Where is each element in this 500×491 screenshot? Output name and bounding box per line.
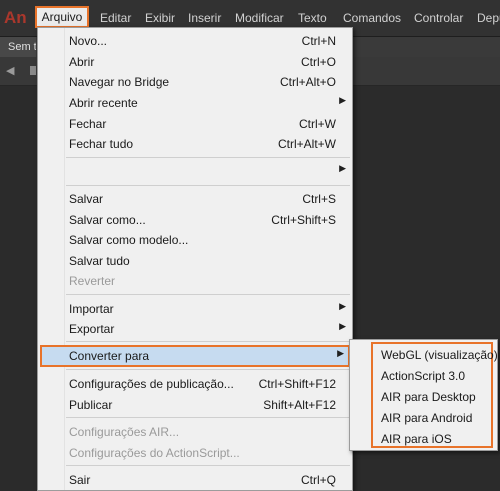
menu-item-shortcut: Ctrl+Alt+W [277, 137, 336, 151]
menu-item-novo[interactable]: Novo... Ctrl+N [38, 31, 352, 51]
menu-item-fechar[interactable]: Fechar Ctrl+W [38, 114, 352, 134]
menu-item-salvar[interactable]: Salvar Ctrl+S [38, 189, 352, 209]
menu-item-label: Converter para [69, 349, 150, 363]
menu-item-label: Abrir [69, 55, 95, 69]
submenu-arrow-icon: ▶ [339, 163, 346, 173]
menu-item-shortcut: Ctrl+Shift+F12 [258, 377, 336, 391]
menu-comandos[interactable]: Comandos [343, 11, 401, 25]
menu-item-label: Abrir recente [69, 96, 138, 110]
menu-item-label: Salvar como... [69, 213, 146, 227]
menu-item-shortcut: Shift+Alt+F12 [263, 398, 336, 412]
menu-inserir[interactable]: Inserir [188, 11, 221, 25]
menu-separator [66, 294, 350, 295]
menu-item-salvar-como-modelo[interactable]: Salvar como modelo... [38, 230, 352, 250]
menu-controlar[interactable]: Controlar [414, 11, 463, 25]
menu-item-sair[interactable]: Sair Ctrl+Q [38, 470, 352, 490]
menu-modificar[interactable]: Modificar [235, 11, 284, 25]
menu-item-publicar[interactable]: Publicar Shift+Alt+F12 [38, 395, 352, 415]
menu-item-label: Importar [69, 302, 114, 316]
menu-item-salvar-tudo[interactable]: Salvar tudo [38, 251, 352, 271]
submenu-arrow-icon: ▶ [337, 348, 344, 358]
menu-item-salvar-como[interactable]: Salvar como... Ctrl+Shift+S [38, 210, 352, 230]
submenu-item-webgl[interactable]: WebGL (visualização) [381, 348, 498, 362]
menu-item-label: Navegar no Bridge [69, 75, 170, 89]
menu-item-shortcut: Ctrl+O [300, 55, 336, 69]
app-logo: An [4, 8, 27, 27]
submenu-arrow-icon: ▶ [339, 301, 346, 311]
menu-item-label: Configurações do ActionScript... [69, 446, 240, 460]
menu-item-label: Configurações de publicação... [69, 377, 234, 391]
file-menu: Novo... Ctrl+N Abrir Ctrl+O Navegar no B… [37, 27, 353, 491]
submenu-item-actionscript3[interactable]: ActionScript 3.0 [381, 369, 465, 383]
menu-item-shortcut: Ctrl+S [302, 192, 336, 206]
menu-item-label: Fechar tudo [69, 137, 134, 151]
menu-item-shortcut: Ctrl+Alt+O [279, 75, 336, 89]
menu-item-config-air: Configurações AIR... [38, 422, 352, 442]
menu-item-label: Sair [69, 473, 91, 487]
submenu-item-air-desktop[interactable]: AIR para Desktop [381, 390, 476, 404]
menu-item-shortcut: Ctrl+Q [300, 473, 336, 487]
submenu-item-air-ios[interactable]: AIR para iOS [381, 432, 452, 446]
menu-item-config-actionscript: Configurações do ActionScript... [38, 443, 352, 463]
menu-item-label: Publicar [69, 398, 113, 412]
menu-item-label: Novo... [69, 34, 108, 48]
menu-item-shortcut: Ctrl+Shift+S [271, 213, 336, 227]
menu-item-abrir[interactable]: Abrir Ctrl+O [38, 52, 352, 72]
submenu-item-air-android[interactable]: AIR para Android [381, 411, 472, 425]
menu-separator [66, 369, 350, 370]
menu-item-label: Exportar [69, 322, 115, 336]
menu-item-label: Salvar como modelo... [69, 233, 189, 247]
menu-item-shortcut: Ctrl+W [299, 117, 336, 131]
scene-icon[interactable] [30, 66, 36, 75]
menu-item-label: Fechar [69, 117, 107, 131]
menu-arquivo[interactable]: Arquivo [35, 6, 89, 28]
menu-separator [66, 185, 350, 186]
menu-item-blank-submenu[interactable]: ▶ [38, 161, 352, 181]
menu-item-navegar-bridge[interactable]: Navegar no Bridge Ctrl+Alt+O [38, 72, 352, 92]
menu-depurar[interactable]: Depurar [477, 11, 500, 25]
menu-item-config-publicacao[interactable]: Configurações de publicação... Ctrl+Shif… [38, 374, 352, 394]
menu-item-exportar[interactable]: Exportar ▶ [38, 319, 352, 339]
menu-item-label: Reverter [69, 274, 116, 288]
submenu-arrow-icon: ▶ [339, 321, 346, 331]
menu-item-shortcut: Ctrl+N [301, 34, 336, 48]
menu-item-label: Salvar [69, 192, 104, 206]
menu-item-abrir-recente[interactable]: Abrir recente ▶ [38, 93, 352, 113]
menu-separator [66, 157, 350, 158]
menu-item-label: Configurações AIR... [69, 425, 180, 439]
menu-item-importar[interactable]: Importar ▶ [38, 299, 352, 319]
menu-item-label: Salvar tudo [69, 254, 130, 268]
document-tab[interactable]: Sem título-1 [0, 37, 36, 57]
menu-texto[interactable]: Texto [298, 11, 327, 25]
menu-separator [66, 341, 350, 342]
menu-exibir[interactable]: Exibir [145, 11, 175, 25]
menu-item-fechar-tudo[interactable]: Fechar tudo Ctrl+Alt+W [38, 134, 352, 154]
menu-editar[interactable]: Editar [100, 11, 131, 25]
back-arrow-icon[interactable]: ◀ [6, 64, 14, 77]
menu-item-converter-para[interactable]: Converter para ▶ [40, 345, 350, 367]
submenu-arrow-icon: ▶ [339, 95, 346, 105]
menu-separator [66, 465, 350, 466]
menu-separator [66, 417, 350, 418]
menu-item-reverter: Reverter [38, 271, 352, 291]
